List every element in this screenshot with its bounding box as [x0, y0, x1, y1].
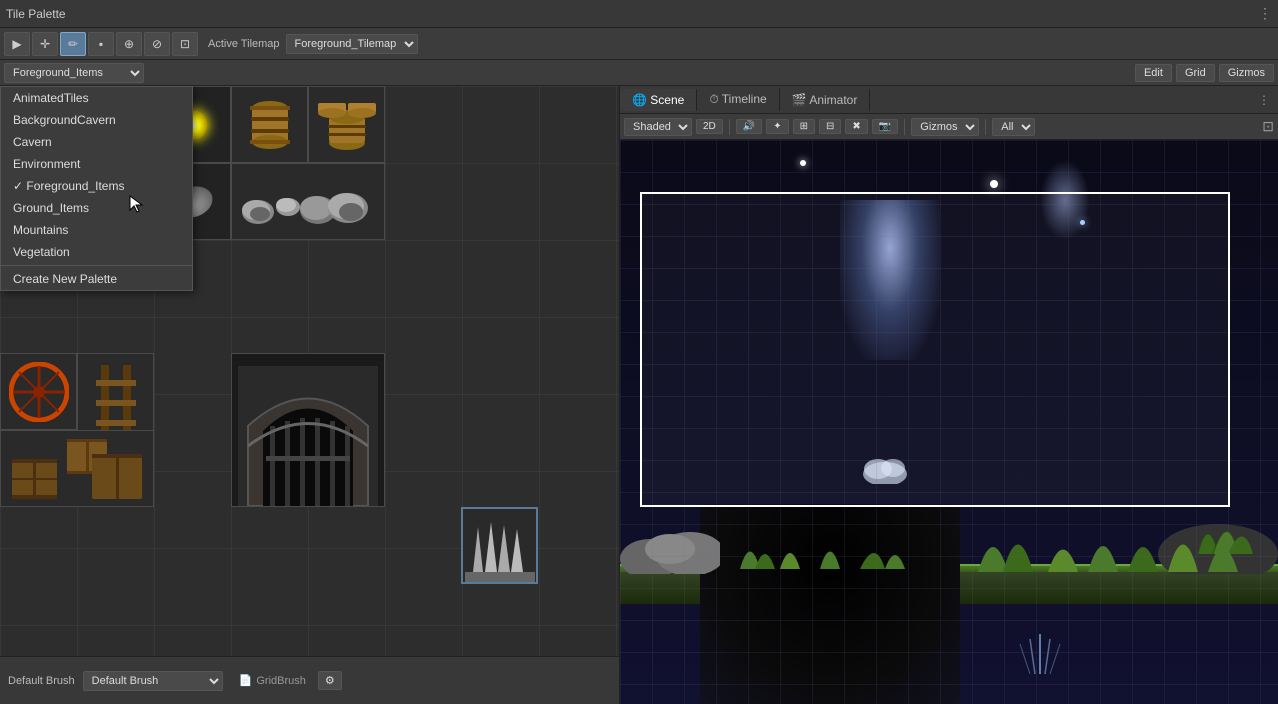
tools-toolbar: ▶ ✛ ✏ ▪ ⊕ ⊘ ⊡ Active Tilemap Foreground_… — [0, 28, 1278, 60]
scene-toolbar-menu-icon[interactable]: ⊡ — [1262, 118, 1274, 135]
tab-timeline-label: Timeline — [722, 92, 767, 106]
left-rocks — [620, 524, 720, 574]
gizmos-button[interactable]: Gizmos — [1219, 64, 1274, 82]
tile-cell-crates[interactable] — [0, 430, 154, 507]
tile-cell-barrel-single[interactable] — [231, 86, 308, 163]
paint-tool-button[interactable]: ✏ — [60, 32, 86, 56]
tile-cell-barrel-stack[interactable] — [308, 86, 385, 163]
scene-content — [620, 140, 1278, 704]
scene-btn-3[interactable]: ⊞ — [793, 119, 815, 134]
scene-tabs: 🌐 Scene ⏱ Timeline 🎬 Animator ⋮ — [620, 86, 1278, 114]
create-new-palette-item[interactable]: Create New Palette — [1, 268, 192, 290]
palette-toolbar: Foreground_Items Edit Grid Gizmos — [0, 60, 1278, 86]
script-value: GridBrush — [256, 675, 306, 687]
star-2 — [990, 180, 998, 188]
grid-button[interactable]: Grid — [1176, 64, 1215, 82]
scene-toolbar: Shaded 2D 🔊 ✦ ⊞ ⊟ ✖ 📷 Gizmos All ⊡ — [620, 114, 1278, 140]
script-row: 📄 GridBrush — [239, 674, 306, 687]
bottom-bar: Default Brush Default Brush 📄 GridBrush … — [0, 656, 619, 704]
separator-3 — [985, 119, 986, 135]
pick-tool-button[interactable]: ⊕ — [116, 32, 142, 56]
script-label: 📄 GridBrush — [239, 674, 306, 687]
palette-action-buttons: Edit Grid Gizmos — [1135, 64, 1274, 82]
box-fill-tool-button[interactable]: ▪ — [88, 32, 114, 56]
tab-scene[interactable]: 🌐 Scene — [620, 89, 697, 111]
tile-grid[interactable]: AnimatedTiles BackgroundCavern Cavern En… — [0, 86, 619, 656]
scene-btn-6[interactable]: 📷 — [872, 119, 898, 134]
scene-menu-icon[interactable]: ⋮ — [1250, 89, 1278, 111]
tile-cell-tunnel[interactable] — [231, 353, 385, 507]
water-fountain — [1010, 624, 1070, 674]
tab-timeline-icon: ⏱ — [709, 92, 721, 106]
tab-animator-icon: 🎬 — [792, 93, 810, 107]
layers-select[interactable]: All — [992, 118, 1035, 136]
dropdown-item-vegetation[interactable]: Vegetation — [1, 241, 192, 263]
tab-animator[interactable]: 🎬 Animator — [780, 89, 871, 111]
star-3 — [1080, 220, 1085, 225]
audio-button[interactable]: 🔊 — [736, 119, 762, 134]
window-menu-icon[interactable]: ⋮ — [1258, 5, 1272, 22]
palette-dropdown[interactable]: Foreground_Items — [4, 63, 144, 83]
edit-button[interactable]: Edit — [1135, 64, 1172, 82]
active-tilemap-select[interactable]: Foreground_Tilemap — [286, 34, 418, 54]
active-tilemap-label: Active Tilemap — [208, 38, 280, 50]
tab-animator-label: Animator — [809, 93, 857, 107]
tile-cell-rocks[interactable] — [231, 163, 385, 240]
scene-panel: 🌐 Scene ⏱ Timeline 🎬 Animator ⋮ Shaded 2… — [620, 86, 1278, 704]
effects-button[interactable]: ✦ — [766, 119, 788, 134]
move-tool-button[interactable]: ✛ — [32, 32, 58, 56]
tile-palette-panel: AnimatedTiles BackgroundCavern Cavern En… — [0, 86, 620, 704]
separator-2 — [904, 119, 905, 135]
dropdown-item-foreground-items[interactable]: Foreground_Items — [1, 175, 192, 197]
star-1 — [800, 160, 806, 166]
select-tool-button[interactable]: ▶ — [4, 32, 30, 56]
tab-scene-icon: 🌐 — [632, 93, 650, 107]
tab-scene-label: Scene — [650, 93, 684, 107]
shading-select[interactable]: Shaded — [624, 118, 692, 136]
erase-tool-button[interactable]: ⊘ — [144, 32, 170, 56]
window-title: Tile Palette — [6, 7, 66, 21]
brush-select[interactable]: Default Brush — [83, 671, 223, 691]
gizmos-select[interactable]: Gizmos — [911, 118, 979, 136]
fill-tool-button[interactable]: ⊡ — [172, 32, 198, 56]
dropdown-item-environment[interactable]: Environment — [1, 153, 192, 175]
scene-viewport[interactable] — [620, 140, 1278, 704]
dropdown-item-cavern[interactable]: Cavern — [1, 131, 192, 153]
dropdown-item-ground-items[interactable]: Ground_Items — [1, 197, 192, 219]
right-platform-vegetation — [968, 512, 1248, 572]
dropdown-item-mountains[interactable]: Mountains — [1, 219, 192, 241]
tile-cell-wheel[interactable] — [0, 353, 77, 430]
dropdown-item-animatedtiles[interactable]: AnimatedTiles — [1, 87, 192, 109]
palette-dropdown-menu[interactable]: AnimatedTiles BackgroundCavern Cavern En… — [0, 86, 193, 291]
dropdown-item-backgroundcavern[interactable]: BackgroundCavern — [1, 109, 192, 131]
dropdown-divider — [1, 265, 192, 266]
cloud-puff — [860, 454, 910, 484]
platform-vegetation — [730, 529, 930, 569]
separator-1 — [729, 119, 730, 135]
tab-timeline[interactable]: ⏱ Timeline — [697, 88, 779, 111]
scene-btn-5[interactable]: ✖ — [845, 119, 867, 134]
script-icon: 📄 — [239, 674, 253, 687]
main-layout: AnimatedTiles BackgroundCavern Cavern En… — [0, 86, 1278, 704]
script-settings-button[interactable]: ⚙ — [318, 671, 342, 690]
scene-btn-4[interactable]: ⊟ — [819, 119, 841, 134]
2d-button[interactable]: 2D — [696, 119, 723, 134]
brush-label: Default Brush — [8, 675, 75, 687]
tile-palette-header: Tile Palette ⋮ — [0, 0, 1278, 28]
tile-cell-spikes-selected[interactable] — [461, 507, 538, 584]
